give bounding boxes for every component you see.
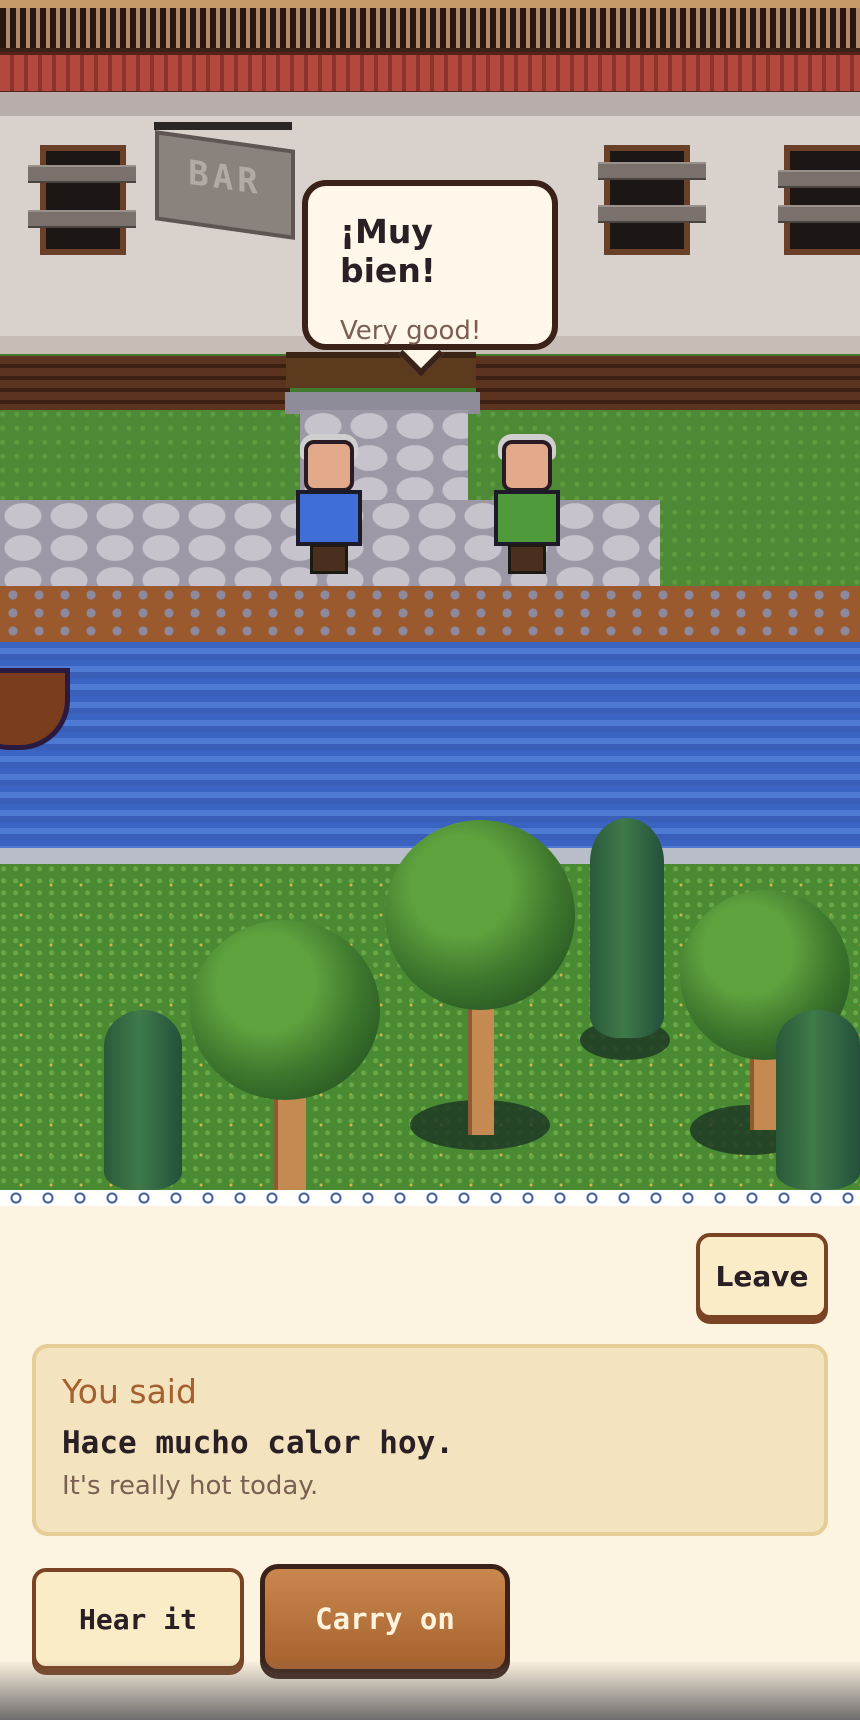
you-said-english: It's really hot today. [62,1471,319,1501]
game-scene: BAR ¡Muy bien! Very good! [0,0,860,1190]
player-dress [296,490,362,546]
wall-shadow [0,92,860,116]
speech-english: Very good! [340,316,482,346]
npc-head [502,440,552,492]
window-plank [28,210,136,228]
river-bank [0,586,860,648]
bottom-shade [0,1660,860,1720]
window-plank [598,162,706,180]
bar-door[interactable] [286,352,476,388]
boarded-window [40,145,126,255]
speech-bubble: ¡Muy bien! Very good! [302,180,558,350]
tile-border [0,1190,860,1206]
window-plank [778,205,860,223]
cypress-tree [776,1010,860,1190]
cypress-tree [104,1010,182,1190]
you-said-spanish: Hace mucho calor hoy. [62,1425,454,1461]
building-roof [0,0,860,94]
npc-shirt [494,490,560,546]
window-plank [778,170,860,188]
tree-trunk [468,990,494,1135]
fence-right [476,356,860,416]
boarded-window [784,145,860,255]
leave-button[interactable]: Leave [696,1233,828,1319]
cypress-tree [590,818,664,1038]
npc-character[interactable] [488,434,568,580]
player-head [304,440,354,492]
you-said-label: You said [62,1372,197,1411]
tree-canopy [385,820,575,1010]
sign-rod [154,122,292,130]
fence-left [0,356,290,416]
bar-sign-text: BAR [188,152,262,204]
player-legs [310,544,348,574]
npc-legs [508,544,546,574]
window-plank [598,205,706,223]
roof-railing [0,8,860,48]
river [0,642,860,852]
roof-tiles [0,52,860,94]
player-character[interactable] [290,434,370,580]
window-plank [28,165,136,183]
tree-trunk [274,1090,306,1190]
carry-on-button[interactable]: Carry on [260,1564,510,1674]
hear-it-button[interactable]: Hear it [32,1568,244,1670]
speech-spanish: ¡Muy bien! [340,212,436,290]
tree-canopy [190,920,380,1100]
you-said-card: You said Hace mucho calor hoy. It's real… [32,1344,828,1536]
